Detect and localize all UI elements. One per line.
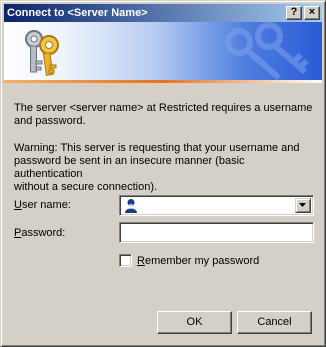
connect-dialog: Connect to <Server Name> ? × The server …: [0, 0, 326, 347]
keys-icon: [25, 30, 59, 76]
password-field[interactable]: [119, 222, 314, 243]
remember-password-label[interactable]: Remember my password: [137, 255, 259, 268]
help-button[interactable]: ?: [286, 6, 302, 20]
dialog-title: Connect to <Server Name>: [7, 7, 148, 19]
remember-password-checkbox[interactable]: [119, 254, 132, 267]
banner-divider: [4, 80, 322, 83]
user-icon: [125, 199, 137, 213]
chevron-down-icon: [299, 203, 306, 207]
insecure-warning: Warning: This server is requesting that …: [14, 142, 300, 193]
ok-button[interactable]: OK: [157, 311, 232, 334]
username-label: User name:: [14, 199, 71, 211]
username-dropdown-button[interactable]: [295, 198, 311, 213]
title-bar[interactable]: Connect to <Server Name> ? ×: [4, 4, 322, 22]
password-label: Password:: [14, 227, 66, 239]
cancel-button[interactable]: Cancel: [237, 311, 312, 334]
auth-message: The server <server name> at Restricted r…: [14, 102, 313, 127]
header-banner: [4, 22, 322, 80]
username-combobox[interactable]: [119, 195, 314, 216]
close-button[interactable]: ×: [304, 6, 320, 20]
keys-watermark-icon: [225, 22, 309, 80]
